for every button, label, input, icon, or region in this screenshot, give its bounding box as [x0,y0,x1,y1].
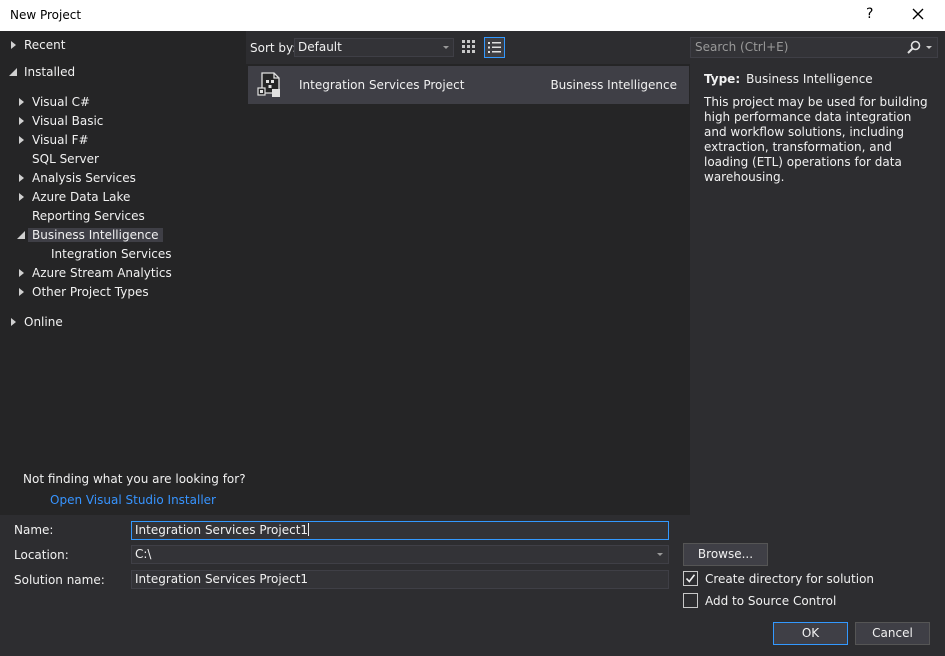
tree-item-visual-basic[interactable]: Visual Basic [19,112,104,131]
collapse-arrow-icon[interactable] [9,68,17,76]
window-title: New Project [10,8,82,22]
tree-item-business-intelligence[interactable]: Business Intelligence [17,226,163,245]
tree-item-label: Visual C# [32,95,91,109]
type-value: Business Intelligence [746,72,873,86]
browse-button[interactable]: Browse... [683,543,768,566]
expand-arrow-icon[interactable] [11,318,16,326]
template-tree-pane: Recent Installed Visual C# Visual Basic … [0,31,246,515]
create-directory-label: Create directory for solution [705,572,875,586]
tree-item-label: Analysis Services [32,171,136,185]
solution-name-label: Solution name: [14,573,105,587]
source-control-label: Add to Source Control [705,594,837,608]
text-cursor [308,523,310,536]
list-view-icon [488,42,501,53]
tree-item-azure-stream-analytics[interactable]: Azure Stream Analytics [19,264,172,283]
list-view-button[interactable] [484,37,505,58]
tree-item-azure-data-lake[interactable]: Azure Data Lake [19,188,131,207]
chevron-down-icon[interactable] [657,553,663,556]
solution-name-value: Integration Services Project1 [135,572,309,586]
tree-item-label: Other Project Types [32,285,149,299]
help-button[interactable]: ? [866,6,873,22]
tree-item-visual-fsharp[interactable]: Visual F# [19,131,89,150]
location-value: C:\ [135,547,152,561]
expand-arrow-icon[interactable] [19,174,24,182]
template-list: Integration Services Project Business In… [246,64,690,515]
ok-button[interactable]: OK [773,622,848,645]
expand-arrow-icon[interactable] [19,288,24,296]
window-edge [938,31,945,515]
open-installer-link[interactable]: Open Visual Studio Installer [50,493,216,507]
tree-item-other-project-types[interactable]: Other Project Types [19,283,149,302]
sort-by-dropdown[interactable]: Default [294,38,454,57]
tree-item-label: Azure Stream Analytics [32,266,172,280]
sort-by-label: Sort by: [250,41,297,55]
name-label: Name: [14,523,54,537]
tree-item-label: Visual Basic [32,114,104,128]
expand-arrow-icon[interactable] [19,269,24,277]
template-item[interactable]: Integration Services Project Business In… [248,66,689,104]
search-input[interactable]: Search (Ctrl+E) [690,37,938,58]
expand-arrow-icon[interactable] [19,117,24,125]
tree-item-integration-services[interactable]: Integration Services [51,245,172,264]
search-icon[interactable] [907,40,921,54]
collapse-arrow-icon[interactable] [17,231,25,239]
location-label: Location: [14,548,69,562]
integration-services-project-icon [257,72,280,97]
type-label: Type: [704,72,741,86]
checkmark-icon [685,574,696,583]
expand-arrow-icon[interactable] [19,136,24,144]
tree-item-analysis-services[interactable]: Analysis Services [19,169,136,188]
create-directory-checkbox[interactable] [683,571,698,586]
expand-arrow-icon[interactable] [19,193,24,201]
chevron-down-icon [443,46,449,49]
project-name-value: Integration Services Project1 [135,523,309,537]
search-placeholder: Search (Ctrl+E) [695,40,789,54]
tree-item-label: Azure Data Lake [32,190,131,204]
close-icon[interactable] [909,5,927,23]
search-options-chevron-icon[interactable] [926,46,932,49]
expand-arrow-icon[interactable] [11,41,16,49]
template-type: Type: Business Intelligence [704,72,873,86]
tree-item-label: SQL Server [32,152,99,166]
project-name-field[interactable]: Integration Services Project1 [131,521,669,540]
template-description: This project may be used for building hi… [704,95,928,184]
tree-item-online[interactable]: Online [11,313,63,332]
tree-item-installed[interactable]: Installed [9,63,76,82]
location-field[interactable]: C:\ [131,545,669,564]
tree-item-visual-csharp[interactable]: Visual C# [19,93,91,112]
expand-arrow-icon[interactable] [19,98,24,106]
tree-item-label: Integration Services [51,247,172,261]
not-finding-text: Not finding what you are looking for? [23,472,246,486]
solution-name-field[interactable]: Integration Services Project1 [131,570,669,589]
small-icons-view-icon[interactable] [461,39,477,55]
tree-item-recent[interactable]: Recent [11,36,66,55]
tree-item-label: Visual F# [32,133,89,147]
project-form: Name: Integration Services Project1 Loca… [0,515,945,656]
tree-item-label: Online [24,315,63,329]
sort-toolbar: Sort by: Default [246,31,690,64]
tree-item-reporting-services[interactable]: Reporting Services [32,207,145,226]
template-details-pane: Type: Business Intelligence This project … [690,64,938,515]
tree-item-label: Recent [24,38,66,52]
tree-item-label: Reporting Services [32,209,145,223]
source-control-checkbox[interactable] [683,593,698,608]
tree-item-sql-server[interactable]: SQL Server [32,150,99,169]
tree-item-label: Business Intelligence [28,228,163,242]
cancel-button[interactable]: Cancel [855,622,930,645]
tree-item-label: Installed [24,65,76,79]
title-bar: New Project ? [0,0,945,31]
sort-by-value: Default [298,40,342,54]
template-category: Business Intelligence [550,78,677,92]
template-name: Integration Services Project [299,78,465,92]
